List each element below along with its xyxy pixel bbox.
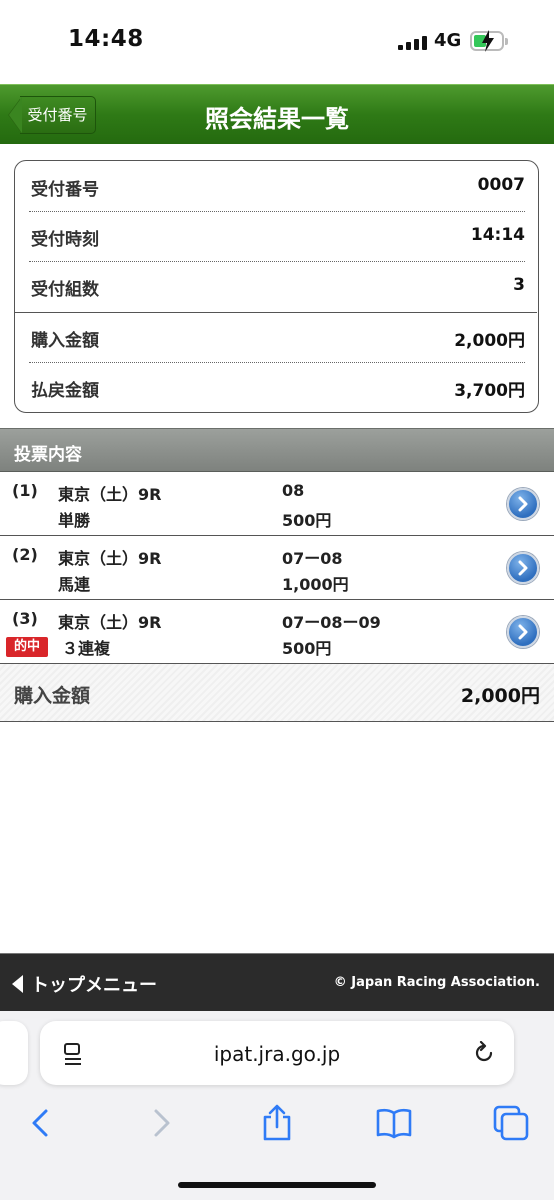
summary-label: 購入金額 xyxy=(31,331,99,351)
back-triangle-icon xyxy=(12,975,23,993)
bet-number: (2) xyxy=(12,545,38,564)
summary-label: 受付組数 xyxy=(31,280,99,300)
bet-type: 単勝 xyxy=(58,511,91,530)
total-value: 2,000円 xyxy=(460,685,540,707)
bet-number: (1) xyxy=(12,481,38,500)
chevron-right-circle-icon[interactable] xyxy=(507,552,539,584)
top-menu-label: トップメニュー xyxy=(31,975,157,996)
summary-label: 受付時刻 xyxy=(31,230,99,250)
bet-race: 東京（土）9R xyxy=(58,485,162,504)
bet-row[interactable]: (1) 東京（土）9R 単勝 08 500円 xyxy=(0,473,554,536)
summary-row: 受付番号 0007 xyxy=(29,161,525,211)
summary-row: 払戻金額 3,700円 xyxy=(29,362,525,412)
bet-combination: 08 xyxy=(282,481,305,500)
bet-race: 東京（土）9R xyxy=(58,613,162,632)
summary-value: 3 xyxy=(513,275,525,295)
total-label: 購入金額 xyxy=(14,685,91,707)
home-indicator xyxy=(178,1182,376,1188)
footer-bar: トップメニュー © Japan Racing Association. xyxy=(0,953,554,1011)
reload-icon[interactable] xyxy=(472,1041,496,1065)
summary-value: 0007 xyxy=(477,175,525,195)
summary-row: 受付時刻 14:14 xyxy=(29,211,525,261)
bet-type: 馬連 xyxy=(58,575,91,594)
section-title: 投票内容 xyxy=(14,445,82,465)
bet-amount: 500円 xyxy=(282,639,332,658)
summary-row: 受付組数 3 xyxy=(29,261,525,311)
status-bar: 14:48 4G xyxy=(0,0,554,84)
total-row: 購入金額 2,000円 xyxy=(0,664,554,722)
hit-badge: 的中 xyxy=(6,637,48,657)
bet-amount: 1,000円 xyxy=(282,575,349,594)
bet-type: ３連複 xyxy=(62,639,111,658)
page-header: 受付番号 照会結果一覧 xyxy=(0,84,554,144)
summary-value: 14:14 xyxy=(470,225,525,245)
tabs-icon[interactable] xyxy=(491,1103,531,1143)
summary-label: 受付番号 xyxy=(31,180,99,200)
top-menu-link[interactable]: トップメニュー xyxy=(12,971,157,997)
section-header: 投票内容 xyxy=(0,428,554,472)
bet-number: (3) xyxy=(12,609,38,628)
bet-race: 東京（土）9R xyxy=(58,549,162,568)
summary-value: 3,700円 xyxy=(454,381,525,401)
chevron-right-circle-icon[interactable] xyxy=(507,616,539,648)
chevron-right-circle-icon[interactable] xyxy=(507,488,539,520)
network-type: 4G xyxy=(434,30,462,51)
url-text: ipat.jra.go.jp xyxy=(213,1042,341,1066)
bet-row[interactable]: (2) 東京（土）9R 馬連 07ー08 1,000円 xyxy=(0,537,554,600)
copyright: © Japan Racing Association. xyxy=(333,975,540,990)
battery-charging-icon xyxy=(470,30,508,52)
bet-row[interactable]: (3) 東京（土）9R 的中 ３連複 07ー08ー09 500円 xyxy=(0,601,554,664)
share-icon[interactable] xyxy=(257,1103,297,1143)
browser-toolbar: ipat.jra.go.jp xyxy=(0,1011,554,1200)
bet-amount: 500円 xyxy=(282,511,332,530)
status-time: 14:48 xyxy=(68,26,144,52)
page-title: 照会結果一覧 xyxy=(205,105,349,133)
bet-combination: 07ー08ー09 xyxy=(282,613,381,632)
bookmarks-icon[interactable] xyxy=(374,1103,414,1143)
adjacent-tab[interactable] xyxy=(0,1021,28,1085)
summary-row: 購入金額 2,000円 xyxy=(29,312,525,362)
address-bar[interactable]: ipat.jra.go.jp xyxy=(40,1021,514,1085)
summary-value: 2,000円 xyxy=(454,331,525,351)
summary-card: 受付番号 0007 受付時刻 14:14 受付組数 3 購入金額 2,000円 … xyxy=(14,160,539,413)
back-icon[interactable] xyxy=(22,1103,62,1143)
bet-combination: 07ー08 xyxy=(282,549,343,568)
forward-icon[interactable] xyxy=(140,1103,180,1143)
cellular-signal-icon xyxy=(398,36,428,50)
summary-label: 払戻金額 xyxy=(31,381,99,401)
